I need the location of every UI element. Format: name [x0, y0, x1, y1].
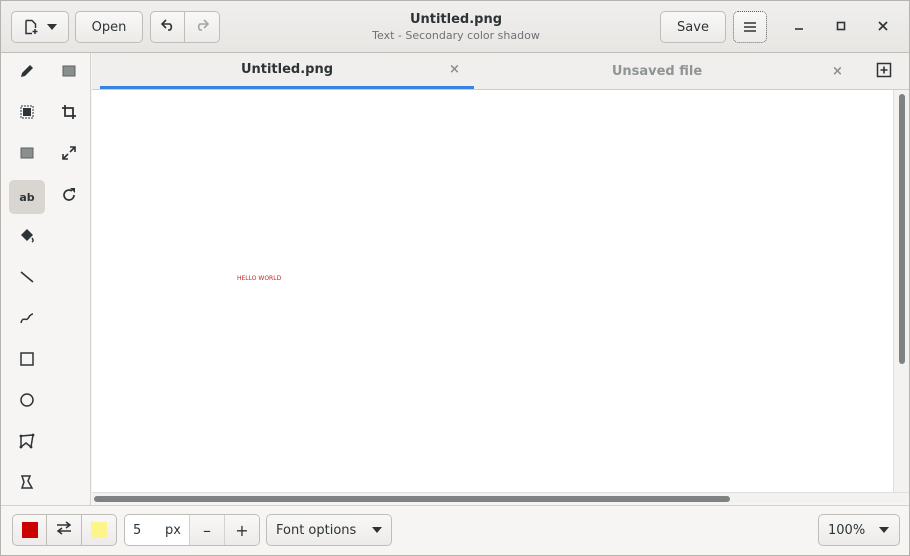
canvas-text: HELLO WORLD — [237, 275, 282, 282]
save-button[interactable]: Save — [660, 11, 726, 43]
horizontal-scroll-thumb[interactable] — [94, 496, 730, 502]
new-tab-button[interactable] — [872, 61, 896, 83]
tool-pencil[interactable] — [9, 56, 45, 90]
window-title: Untitled.png — [409, 12, 503, 27]
minimize-button[interactable] — [783, 11, 815, 43]
window-title-block: Untitled.png Text - Secondary color shad… — [301, 11, 611, 43]
chevron-down-icon — [879, 527, 890, 533]
redo-button[interactable] — [185, 11, 220, 43]
image-canvas[interactable]: HELLO WORLD — [92, 90, 909, 503]
tool-circle[interactable] — [9, 385, 45, 419]
hamburger-menu-icon — [744, 22, 756, 32]
circle-icon — [19, 392, 35, 412]
paint-bucket-icon — [18, 227, 36, 249]
chevron-down-icon — [47, 24, 57, 30]
tab-close-icon[interactable]: × — [832, 64, 843, 79]
history-buttons — [150, 11, 220, 43]
rotate-icon — [61, 187, 77, 207]
font-options-button[interactable]: Font options — [266, 514, 392, 546]
close-window-button[interactable] — [867, 11, 899, 43]
tool-free-shape[interactable] — [9, 467, 45, 501]
tool-line[interactable] — [9, 262, 45, 296]
bottom-options-bar: 5 px – + Font options 100% — [1, 505, 909, 555]
curve-icon — [19, 310, 35, 330]
free-shape-icon — [19, 474, 35, 494]
minimize-icon — [794, 20, 804, 35]
tab-untitled[interactable]: Untitled.png × — [100, 53, 474, 89]
text-tool-icon: ab — [19, 190, 35, 204]
close-icon — [878, 20, 888, 35]
open-button[interactable]: Open — [75, 11, 143, 43]
header-bar: Open Untitled.png Text - Secondary color… — [1, 1, 909, 53]
polygon-icon — [19, 433, 35, 453]
new-document-icon — [23, 19, 39, 35]
tool-curve[interactable] — [9, 303, 45, 337]
tab-unsaved[interactable]: Unsaved file × — [482, 53, 843, 89]
tab-bar: Untitled.png × Unsaved file × — [92, 53, 909, 90]
undo-button[interactable] — [150, 11, 185, 43]
window-subtitle: Text - Secondary color shadow — [372, 29, 540, 42]
tool-free-selection[interactable] — [9, 138, 45, 172]
tab-label: Untitled.png — [240, 62, 334, 77]
tool-polygon[interactable] — [9, 426, 45, 460]
tool-rectangle[interactable] — [9, 344, 45, 378]
horizontal-scrollbar[interactable] — [92, 492, 909, 503]
crop-icon — [61, 104, 77, 124]
redo-icon — [195, 19, 210, 35]
free-selection-icon — [19, 145, 35, 165]
maximize-button[interactable] — [825, 11, 857, 43]
app-window: Open Untitled.png Text - Secondary color… — [0, 0, 910, 556]
primary-color-swatch — [21, 522, 38, 538]
new-menu-button[interactable] — [11, 11, 69, 43]
tool-selection-image[interactable] — [51, 56, 87, 90]
vertical-scroll-thumb[interactable] — [899, 94, 905, 364]
vertical-scrollbar[interactable] — [893, 90, 909, 493]
primary-color-button[interactable] — [12, 514, 47, 546]
tool-text[interactable]: ab — [9, 180, 45, 214]
font-options-label: Font options — [276, 522, 357, 538]
increase-size-button[interactable]: + — [224, 515, 259, 545]
main-menu-button[interactable] — [733, 11, 767, 43]
tool-scale[interactable] — [51, 138, 87, 172]
maximize-icon — [836, 20, 846, 35]
pencil-icon — [19, 63, 35, 83]
size-spinbutton: 5 px – + — [124, 514, 260, 546]
tool-rect-selection[interactable] — [9, 97, 45, 131]
tab-close-icon[interactable]: × — [449, 62, 460, 77]
rectangle-selection-icon — [19, 104, 35, 124]
size-unit: px — [165, 522, 181, 538]
swap-colors-button[interactable] — [47, 514, 82, 546]
tab-label: Unsaved file — [611, 63, 703, 79]
size-input[interactable]: 5 — [125, 523, 165, 538]
undo-icon — [160, 19, 175, 35]
decrease-size-button[interactable]: – — [189, 515, 224, 545]
image-selection-icon — [61, 63, 77, 83]
scale-icon — [61, 145, 77, 165]
rectangle-icon — [19, 351, 35, 371]
secondary-color-button[interactable] — [82, 514, 117, 546]
zoom-label: 100% — [828, 522, 866, 538]
new-tab-icon — [876, 62, 892, 82]
swap-icon — [56, 521, 72, 539]
tool-rotate[interactable] — [51, 180, 87, 214]
tool-fill[interactable] — [9, 221, 45, 255]
tool-crop[interactable] — [51, 97, 87, 131]
line-icon — [19, 269, 35, 289]
zoom-button[interactable]: 100% — [818, 514, 900, 546]
color-buttons — [12, 514, 117, 546]
tools-sidebar: ab — [1, 53, 91, 505]
secondary-color-swatch — [91, 522, 107, 538]
chevron-down-icon — [372, 527, 383, 533]
